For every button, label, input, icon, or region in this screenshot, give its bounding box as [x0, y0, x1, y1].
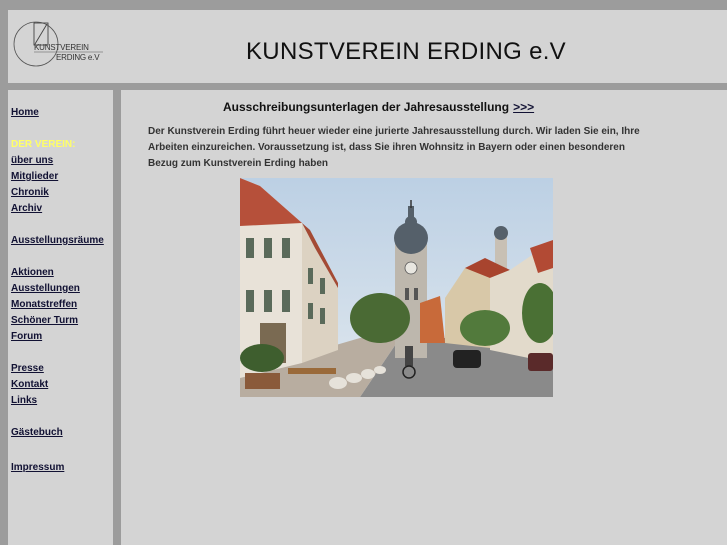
site-title: KUNSTVEREIN ERDING e.V	[246, 38, 566, 65]
nav-item-monatstreffen[interactable]: Monatstreffen	[11, 299, 77, 310]
nav-item-presse[interactable]: Presse	[11, 363, 44, 374]
logo-text-line1: KUNSTVEREIN	[34, 43, 89, 52]
nav-item-ueber-uns[interactable]: über uns	[11, 155, 53, 166]
nav-item-links[interactable]: Links	[11, 395, 37, 406]
nav-item-aktionen[interactable]: Aktionen	[11, 267, 54, 278]
nav-item-mitglieder[interactable]: Mitglieder	[11, 171, 58, 182]
main-content: Ausschreibungsunterlagen der Jahresausst…	[121, 90, 727, 545]
nav-item-gaestebuch[interactable]: Gästebuch	[11, 427, 63, 438]
nav-item-impressum[interactable]: Impressum	[11, 462, 64, 473]
sidebar-nav: Home DER VEREIN: über uns Mitglieder Chr…	[8, 90, 113, 545]
heading-more-link[interactable]: >>>	[513, 100, 534, 114]
nav-item-forum[interactable]: Forum	[11, 331, 42, 342]
logo-text-line2: ERDING e.V	[56, 53, 100, 62]
site-header: KUNSTVEREIN ERDING e.V KUNSTVEREIN ERDIN…	[8, 10, 727, 83]
town-street-photo	[240, 178, 553, 397]
intro-text: Der Kunstverein Erding führt heuer wiede…	[148, 126, 640, 169]
heading-text: Ausschreibungsunterlagen der Jahresausst…	[223, 100, 510, 114]
town-street-image	[240, 178, 553, 397]
nav-item-home[interactable]: Home	[11, 107, 39, 118]
nav-item-archiv[interactable]: Archiv	[11, 203, 42, 214]
nav-item-chronik[interactable]: Chronik	[11, 187, 49, 198]
nav-item-kontakt[interactable]: Kontakt	[11, 379, 48, 390]
nav-item-ausstellungen[interactable]: Ausstellungen	[11, 283, 80, 294]
nav-item-ausstellungsraeume[interactable]: Ausstellungsräume	[11, 235, 104, 246]
nav-section-verein: DER VEREIN:	[11, 139, 76, 150]
logo[interactable]: KUNSTVEREIN ERDING e.V	[13, 21, 113, 77]
nav-item-schoener-turm[interactable]: Schöner Turm	[11, 315, 78, 326]
page-heading: Ausschreibungsunterlagen der Jahresausst…	[223, 100, 534, 114]
